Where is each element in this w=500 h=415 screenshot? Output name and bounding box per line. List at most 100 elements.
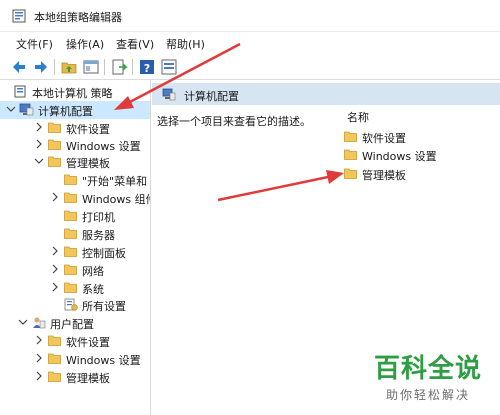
toolbar: ? xyxy=(0,54,500,80)
svg-text:?: ? xyxy=(144,62,150,75)
computer-icon xyxy=(19,103,34,116)
chevron-right-icon[interactable] xyxy=(34,370,44,382)
tree-item-printers[interactable]: 打印机 xyxy=(0,207,150,225)
tree-item-local-policy[interactable]: 本地计算机 策略 xyxy=(0,83,150,101)
watermark-sub: 助你轻松解决 xyxy=(385,388,470,402)
tree-item-start-menu[interactable]: "开始"菜单和 xyxy=(0,171,150,189)
chevron-right-icon[interactable] xyxy=(34,352,44,364)
menu-file[interactable]: 文件(F) xyxy=(16,36,53,52)
tree-item-computer-config[interactable]: 计算机配置 xyxy=(0,101,150,119)
tree-item-user-windows-settings[interactable]: Windows 设置 xyxy=(0,350,150,368)
folder-icon xyxy=(64,174,77,185)
all-settings-icon xyxy=(64,298,78,311)
folder-icon xyxy=(64,192,77,203)
folder-icon xyxy=(344,168,357,179)
folder-icon xyxy=(48,139,61,150)
user-icon xyxy=(33,317,46,329)
tree-item-user-software-settings[interactable]: 软件设置 xyxy=(0,332,150,350)
folder-icon xyxy=(64,264,77,275)
tree-label: 计算机配置 xyxy=(38,105,93,118)
folder-icon xyxy=(48,353,61,364)
folder-icon xyxy=(64,246,77,257)
computer-icon xyxy=(162,88,176,101)
tree-item-all-settings[interactable]: 所有设置 xyxy=(0,296,150,314)
computer-policy-icon xyxy=(14,85,26,98)
chevron-down-icon[interactable] xyxy=(34,155,44,167)
window-title: 本地组策略编辑器 xyxy=(34,11,122,24)
tree-item-network[interactable]: 网络 xyxy=(0,261,150,279)
folder-icon xyxy=(344,149,357,160)
list-item-label: Windows 设置 xyxy=(362,150,437,163)
tree-label: 管理模板 xyxy=(66,157,110,170)
tree-label: Windows 组件 xyxy=(82,193,151,206)
folder-icon xyxy=(48,156,61,167)
tree-item-user-admin-templates[interactable]: 管理模板 xyxy=(0,368,150,386)
chevron-right-icon[interactable] xyxy=(50,191,60,203)
menu-view[interactable]: 查看(V) xyxy=(116,36,154,52)
watermark-main: 百科全说 xyxy=(373,354,482,384)
column-header-name[interactable]: 名称 xyxy=(347,109,369,125)
list-item-admin-templates[interactable]: 管理模板 xyxy=(344,166,464,184)
chevron-right-icon[interactable] xyxy=(50,245,60,257)
folder-up-icon[interactable] xyxy=(60,58,78,76)
chevron-down-icon[interactable] xyxy=(18,316,28,328)
properties-icon[interactable] xyxy=(160,58,178,76)
folder-icon xyxy=(344,131,357,142)
chevron-right-icon[interactable] xyxy=(50,263,60,275)
details-header: 计算机配置 xyxy=(152,83,500,105)
list-item-label: 软件设置 xyxy=(362,132,406,145)
folder-icon xyxy=(48,122,61,133)
toolbar-separator xyxy=(132,59,133,75)
tree-label: 控制面板 xyxy=(82,247,126,260)
export-list-icon[interactable] xyxy=(110,58,128,76)
tree-item-server[interactable]: 服务器 xyxy=(0,225,150,243)
chevron-right-icon[interactable] xyxy=(34,121,44,133)
menu-help[interactable]: 帮助(H) xyxy=(166,36,205,52)
tree-label: 用户配置 xyxy=(50,318,94,331)
list-item-label: 管理模板 xyxy=(362,169,406,182)
policy-editor-icon xyxy=(12,9,26,23)
tree-item-system[interactable]: 系统 xyxy=(0,279,150,297)
tree-label: 管理模板 xyxy=(66,372,110,385)
tree-label: Windows 设置 xyxy=(66,354,141,367)
watermark: 百科全说 助你轻松解决 xyxy=(368,354,488,403)
folder-icon xyxy=(64,228,77,239)
tree-item-software-settings[interactable]: 软件设置 xyxy=(0,119,150,137)
folder-icon xyxy=(64,282,77,293)
tree-item-admin-templates[interactable]: 管理模板 xyxy=(0,153,150,171)
tree-label: 网络 xyxy=(82,265,104,278)
tree-item-windows-settings[interactable]: Windows 设置 xyxy=(0,136,150,154)
tree-item-control-panel[interactable]: 控制面板 xyxy=(0,243,150,261)
tree-label: "开始"菜单和 xyxy=(82,175,148,188)
forward-arrow-icon[interactable] xyxy=(32,58,50,76)
tree-pane[interactable]: 本地计算机 策略 计算机配置 软件设置 Windows 设置 管理模板 "开始"… xyxy=(0,80,151,415)
tree-label: 所有设置 xyxy=(82,300,126,313)
chevron-right-icon[interactable] xyxy=(50,281,60,293)
toolbar-separator xyxy=(54,59,55,75)
tree-label: 系统 xyxy=(82,283,104,296)
menu-action[interactable]: 操作(A) xyxy=(66,36,104,52)
details-title: 计算机配置 xyxy=(184,90,239,103)
menu-bar: 文件(F) 操作(A) 查看(V) 帮助(H) xyxy=(0,32,500,54)
list-item-software-settings[interactable]: 软件设置 xyxy=(344,129,464,147)
tree-label: Windows 设置 xyxy=(66,140,141,153)
chevron-down-icon[interactable] xyxy=(6,103,16,115)
tree-label: 打印机 xyxy=(82,211,115,224)
chevron-right-icon[interactable] xyxy=(34,334,44,346)
tree-label: 软件设置 xyxy=(66,123,110,136)
show-hide-tree-icon[interactable] xyxy=(82,58,100,76)
tree-item-user-config[interactable]: 用户配置 xyxy=(0,314,150,332)
tree-label: 服务器 xyxy=(82,229,115,242)
toolbar-separator xyxy=(104,59,105,75)
tree-label: 软件设置 xyxy=(66,336,110,349)
folder-icon xyxy=(64,210,77,221)
back-arrow-icon[interactable] xyxy=(10,58,28,76)
chevron-right-icon[interactable] xyxy=(34,138,44,150)
tree-item-windows-components[interactable]: Windows 组件 xyxy=(0,189,151,207)
list-item-windows-settings[interactable]: Windows 设置 xyxy=(344,147,464,165)
description-text: 选择一个项目来查看它的描述。 xyxy=(157,115,311,128)
title-bar: 本地组策略编辑器 xyxy=(0,0,500,32)
tree-label: 本地计算机 策略 xyxy=(32,87,113,100)
folder-icon xyxy=(48,371,61,382)
help-icon[interactable]: ? xyxy=(138,58,156,76)
